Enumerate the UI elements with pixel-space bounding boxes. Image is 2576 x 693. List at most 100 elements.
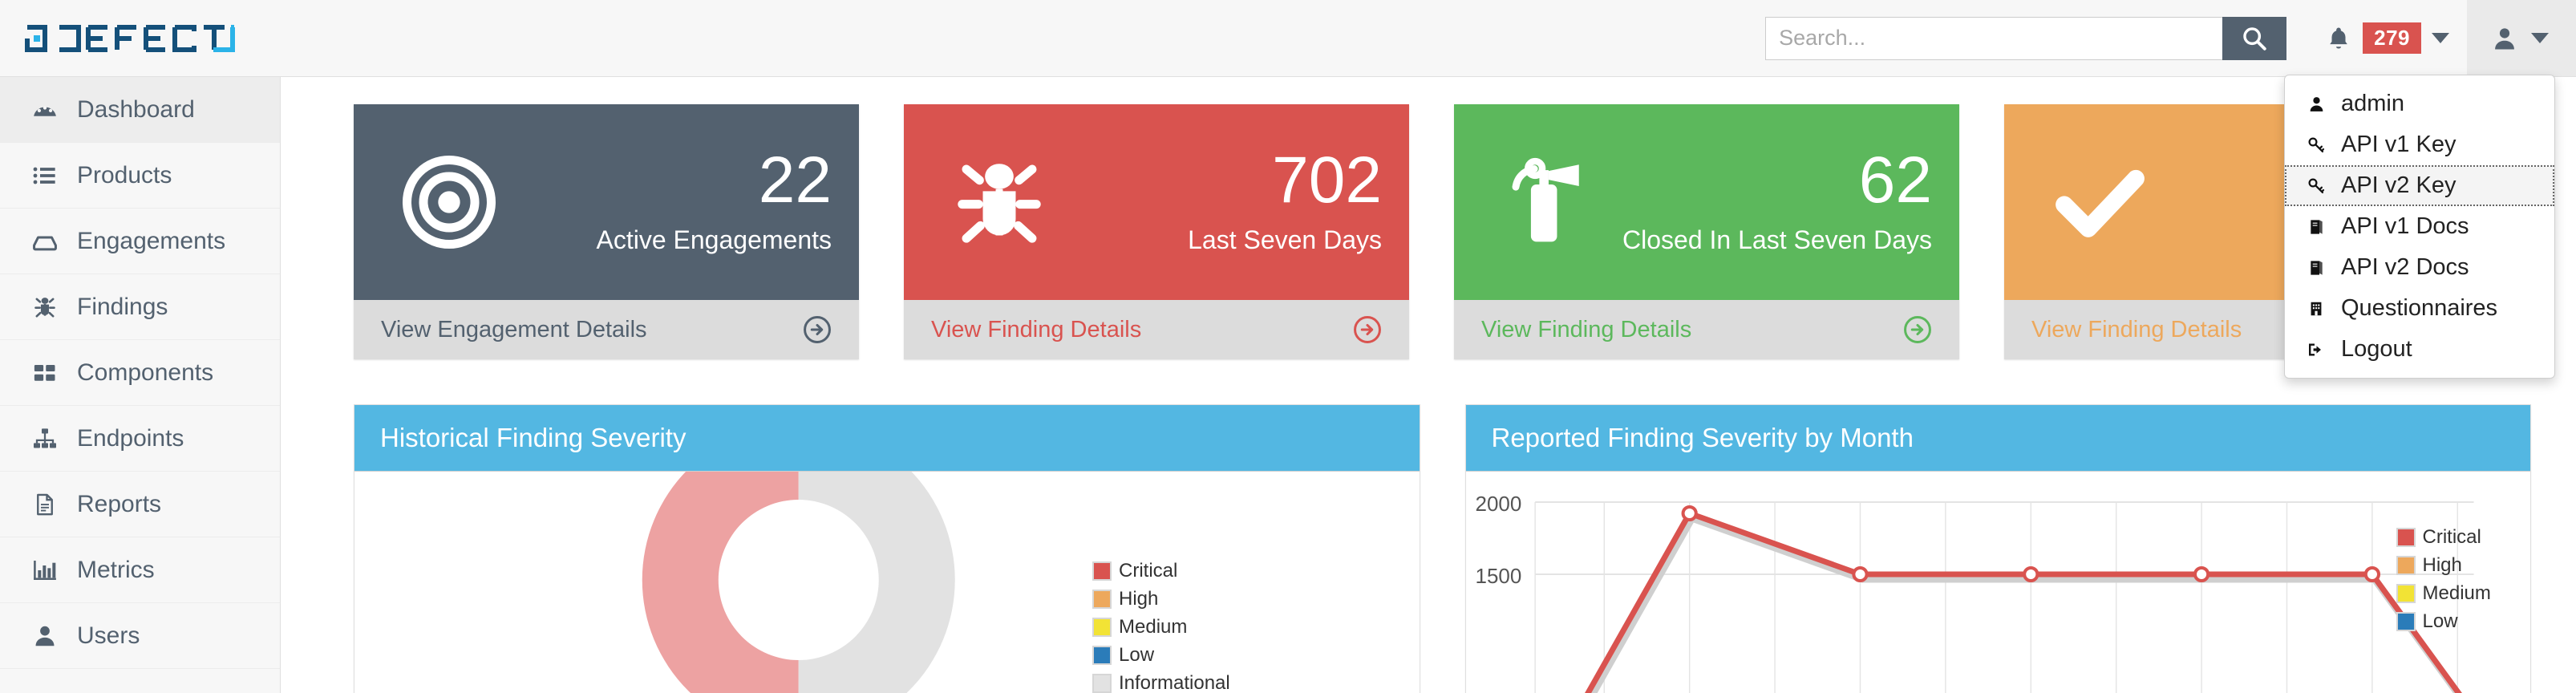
user-menu-button[interactable]	[2467, 0, 2576, 76]
bell-icon	[2330, 27, 2347, 49]
data-point[interactable]	[1851, 566, 1869, 582]
legend-label: Medium	[2422, 582, 2491, 604]
legend-swatch-critical	[2396, 528, 2416, 547]
data-point[interactable]	[1681, 505, 1698, 521]
inbox-icon	[30, 228, 59, 255]
stat-label: Last Seven Days	[1188, 225, 1382, 255]
sidebar-item-engagements[interactable]: Engagements	[0, 209, 280, 274]
menu-item-api-v1-docs[interactable]: API v1 Docs	[2285, 206, 2554, 247]
sidebar-item-users[interactable]: Users	[0, 603, 280, 669]
legend-item: High	[2396, 554, 2491, 577]
search-button[interactable]	[2222, 16, 2287, 60]
legend-label: High	[2422, 554, 2462, 576]
book-icon	[2306, 258, 2327, 278]
legend-swatch-critical	[1092, 561, 1112, 581]
menu-item-api-v2-key[interactable]: API v2 Key	[2285, 165, 2554, 206]
stat-value: 702	[1272, 143, 1382, 217]
stat-card-link[interactable]: View Engagement Details	[354, 300, 859, 359]
extinguisher-icon	[1481, 152, 1618, 253]
line-series-critical[interactable]	[1563, 510, 2489, 693]
donut-chart: Critical High Medium Low Informational	[354, 472, 1420, 693]
legend-item: Low	[1092, 644, 1230, 667]
top-bar: DEFECT DOJO 279	[0, 0, 2576, 77]
charts-row: Historical Finding Severity Critical Hig…	[281, 359, 2576, 693]
sidebar-item-products[interactable]: Products	[0, 143, 280, 209]
legend-swatch-medium	[1092, 618, 1112, 637]
stat-card-link[interactable]: View Finding Details	[1454, 300, 1959, 359]
sidebar-item-reports[interactable]: Reports	[0, 472, 280, 537]
sidebar-item-components[interactable]: Components	[0, 340, 280, 406]
arrow-circle-right-icon	[1904, 316, 1931, 343]
arrow-circle-right-icon	[1354, 316, 1381, 343]
data-point[interactable]	[2193, 566, 2209, 582]
stat-label: Closed In Last Seven Days	[1622, 225, 1932, 255]
search-icon	[2243, 26, 2266, 51]
legend-label: Informational	[1119, 672, 1230, 693]
grid-icon	[30, 361, 59, 385]
legend-label: Low	[1119, 644, 1155, 666]
legend-swatch-low	[2396, 612, 2416, 631]
stat-card-link[interactable]: View Finding Details	[904, 300, 1409, 359]
menu-item-label: admin	[2341, 91, 2404, 116]
donut-slice-critical[interactable]	[642, 472, 799, 693]
dashboard-icon	[30, 96, 59, 124]
notifications-dropdown[interactable]: 279	[2307, 0, 2467, 76]
search-input[interactable]	[1765, 16, 2223, 60]
brand-logo[interactable]: DEFECT DOJO	[0, 0, 281, 77]
menu-item-api-v1-key[interactable]: API v1 Key	[2285, 124, 2554, 165]
legend-swatch-medium	[2396, 584, 2416, 603]
sidebar-item-label: Endpoints	[77, 424, 184, 452]
donut-chart-svg	[642, 472, 955, 693]
signout-icon	[2306, 340, 2327, 359]
stat-card-last-seven-days[interactable]: 702 Last Seven Days View Finding Details	[904, 104, 1409, 359]
sidebar-item-label: Engagements	[77, 227, 226, 254]
bar-chart-icon	[30, 557, 59, 583]
menu-item-api-v2-docs[interactable]: API v2 Docs	[2285, 247, 2554, 288]
stat-value: 62	[1858, 143, 1932, 217]
bug-icon	[30, 294, 59, 320]
book-icon	[2306, 217, 2327, 237]
sidebar-item-findings[interactable]: Findings	[0, 274, 280, 340]
sidebar-item-metrics[interactable]: Metrics	[0, 537, 280, 603]
list-icon	[30, 163, 59, 188]
stat-value: 22	[758, 143, 832, 217]
data-point[interactable]	[2363, 566, 2380, 582]
sidebar-item-label: Metrics	[77, 556, 155, 583]
menu-item-label: API v1 Docs	[2341, 213, 2469, 239]
top-bar-right: 279	[1765, 0, 2576, 76]
menu-item-label: Questionnaires	[2341, 295, 2498, 321]
legend-label: Critical	[1119, 560, 1178, 582]
legend-item: Informational	[1092, 672, 1230, 693]
search-box	[1765, 16, 2287, 60]
menu-item-questionnaires[interactable]: Questionnaires	[2285, 288, 2554, 329]
menu-item-logout[interactable]: Logout	[2285, 329, 2554, 370]
sidebar: Dashboard Products Engagements Findings …	[0, 77, 281, 693]
stat-card-link-label: View Finding Details	[931, 316, 1142, 342]
y-axis-tick-1500: 1500	[1475, 564, 1522, 588]
data-point[interactable]	[2022, 566, 2039, 582]
line-chart-svg	[1533, 501, 2489, 693]
line-legend: Critical High Medium Low	[2396, 526, 2491, 638]
legend-item: Critical	[2396, 526, 2491, 549]
menu-item-admin[interactable]: admin	[2285, 83, 2554, 124]
stat-cards-row: 22 Active Engagements View Engagement De…	[281, 77, 2576, 359]
stat-card-active-engagements[interactable]: 22 Active Engagements View Engagement De…	[354, 104, 859, 359]
donut-slice-informational[interactable]	[798, 472, 955, 693]
user-icon	[2306, 95, 2327, 114]
sidebar-item-label: Reports	[77, 490, 162, 517]
legend-swatch-informational	[1092, 674, 1112, 693]
menu-item-label: API v2 Docs	[2341, 254, 2469, 280]
main-content: 22 Active Engagements View Engagement De…	[281, 77, 2576, 693]
key-icon	[2306, 176, 2327, 196]
sidebar-item-label: Findings	[77, 293, 168, 320]
sidebar-item-dashboard[interactable]: Dashboard	[0, 77, 280, 143]
bullseye-icon	[381, 152, 517, 253]
panel-historical-finding-severity: Historical Finding Severity Critical Hig…	[354, 404, 1420, 693]
file-icon	[30, 492, 59, 517]
legend-item: Critical	[1092, 560, 1230, 582]
stat-card-closed-last-seven-days[interactable]: 62 Closed In Last Seven Days View Findin…	[1454, 104, 1959, 359]
chevron-down-icon	[2432, 33, 2449, 43]
sidebar-item-endpoints[interactable]: Endpoints	[0, 406, 280, 472]
menu-item-label: API v1 Key	[2341, 132, 2457, 157]
panel-title: Reported Finding Severity by Month	[1465, 405, 2530, 472]
